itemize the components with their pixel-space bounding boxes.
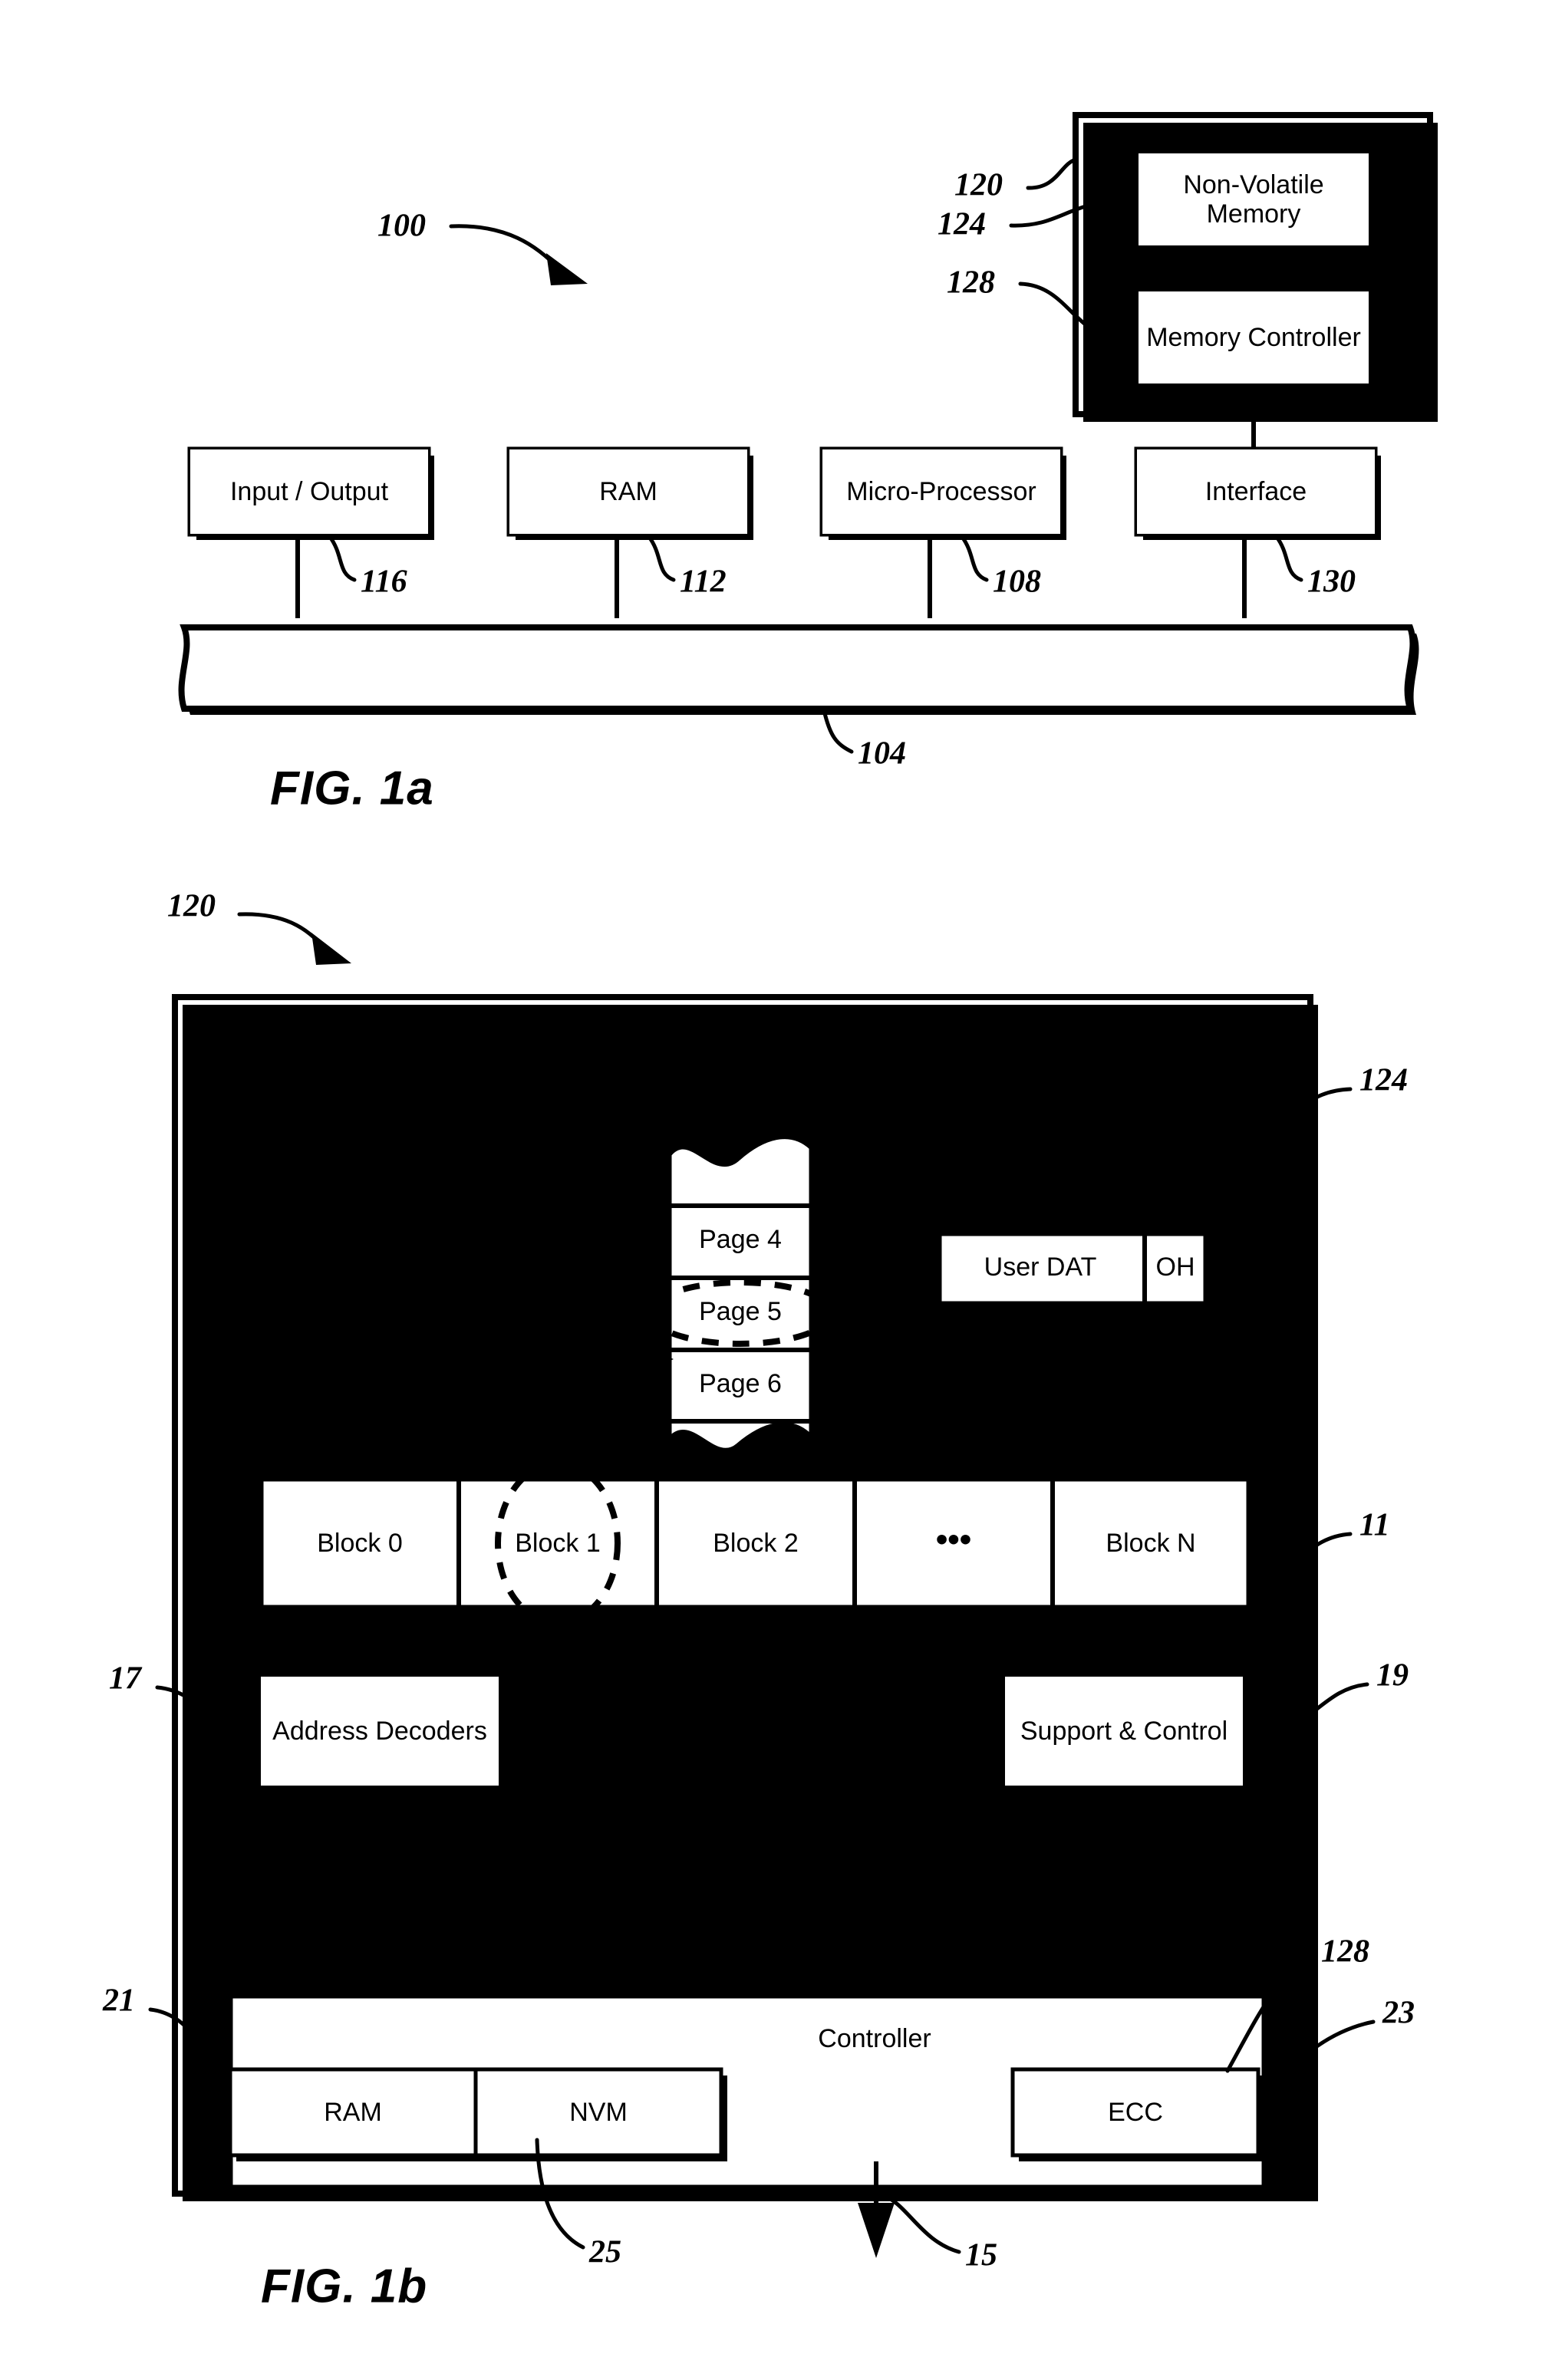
patent-drawing-sheet: Non-Volatile Memory Memory Controller In…	[0, 0, 1562, 2380]
support-control-label-text: Support & Control	[1020, 1716, 1228, 1746]
interface-label-text: Interface	[1204, 476, 1307, 506]
support-control-text: Support & Control	[1005, 1677, 1243, 1786]
nonvolatile-memory-text-1a: Non-Volatile Memory	[1139, 153, 1369, 245]
microprocessor-text: Micro-Processor	[822, 449, 1060, 534]
ram-label-text-1a: RAM	[599, 476, 657, 506]
ram-text-1a: RAM	[509, 449, 747, 534]
input-output-text: Input / Output	[190, 449, 428, 534]
address-decoders-label-text: Address Decoders	[272, 1716, 487, 1746]
input-output-label-text: Input / Output	[229, 476, 389, 506]
address-decoders-text: Address Decoders	[261, 1677, 499, 1786]
nvm-label-1a: Non-Volatile Memory	[1183, 170, 1324, 229]
microprocessor-label-text: Micro-Processor	[846, 476, 1036, 506]
memory-controller-text-1a: Memory Controller	[1139, 291, 1369, 383]
interface-text: Interface	[1137, 449, 1375, 534]
multiline-text-overlay: Non-Volatile Memory Memory Controller In…	[0, 0, 1562, 2380]
memory-controller-label-text-1a: Memory Controller	[1146, 322, 1361, 352]
